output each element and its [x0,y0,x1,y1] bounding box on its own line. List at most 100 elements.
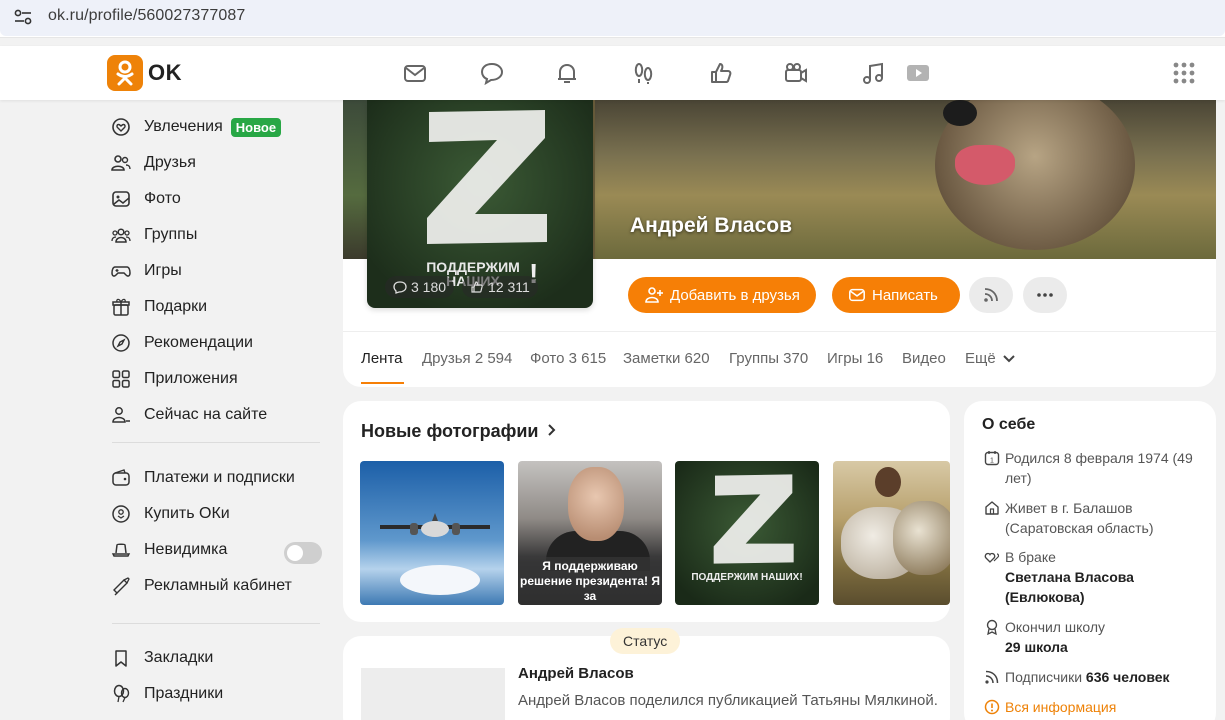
write-message-button[interactable]: Написать [832,277,960,313]
sidebar-item-label: Сейчас на сайте [144,406,268,423]
megaphone-icon [110,575,132,597]
sidebar-item-apps[interactable]: Приложения [110,364,238,394]
face-shape [568,467,624,541]
coin-icon [110,503,132,525]
profile-avatar[interactable]: ПОДДЕРЖИМ НАШИХ ! 3 180 12 311 [367,100,593,308]
video-camera-icon[interactable] [783,60,809,86]
ok-logo-icon[interactable] [107,55,143,91]
calendar-icon: 1 [982,448,1002,468]
about-subscribers-text[interactable]: Подписчики 636 человек [1005,667,1170,687]
new-photos-title[interactable]: Новые фотографии [361,421,557,442]
photo-thumbnail-president[interactable]: Я поддерживаю решение президента! Я за [518,461,662,605]
add-friend-button[interactable]: Добавить в друзья [628,277,816,313]
comments-count[interactable]: 3 180 [385,276,455,298]
likes-count[interactable]: 12 311 [462,276,538,298]
about-marriage: В браке Светлана Власова (Евлюкова) [982,547,1212,607]
url-field[interactable]: ok.ru/profile/560027377087 [0,0,1225,36]
sidebar-item-bookmarks[interactable]: Закладки [110,643,213,673]
about-birthday: 1 Родился 8 февраля 1974 (49 лет) [982,448,1212,488]
sidebar-item-label: Рекомендации [144,334,253,351]
new-photos-title-text: Новые фотографии [361,421,539,441]
tab-games[interactable]: Игры 16 [827,350,883,367]
sidebar-item-label: Игры [144,262,182,279]
about-all-info[interactable]: Вся информация [982,697,1212,717]
site-header: OK [0,46,1225,100]
new-photos-card: Новые фотографии Я поддерживаю решение п… [343,401,950,622]
like-icon[interactable] [708,60,734,86]
sidebar-item-label: Невидимка [144,541,228,558]
tab-notes[interactable]: Заметки 620 [623,350,710,367]
tab-count: 370 [783,350,809,367]
chat-icon[interactable] [479,60,505,86]
games-icon [110,260,132,282]
sidebar-item-gifts[interactable]: Подарки [110,292,207,322]
like-icon [471,281,483,293]
feed-post-thumbnail[interactable] [361,668,505,720]
sidebar-item-buy-oki[interactable]: Купить ОКи [110,499,230,529]
medal-icon [982,617,1002,637]
comment-icon [393,281,407,294]
sidebar-item-holidays[interactable]: Праздники [110,679,223,709]
sidebar-item-friends[interactable]: Друзья [110,148,196,178]
sidebar-item-label: Друзья [144,154,196,171]
music-icon[interactable] [860,60,886,86]
sidebar-item-ad-cabinet[interactable]: Рекламный кабинет [110,571,292,601]
invisible-toggle[interactable] [284,542,322,564]
school-name[interactable]: 29 школа [1005,639,1068,655]
tab-count: 2 594 [474,350,513,367]
comments-count-value: 3 180 [411,279,447,295]
feed-post-text: Андрей Власов поделился публикацией Тать… [518,692,938,709]
photo-caption: Я поддерживаю решение президента! Я за [518,557,662,605]
spouse-name[interactable]: Светлана Власова (Евлюкова) [1005,569,1134,605]
mail-icon [849,288,865,302]
invisible-hat-icon [110,539,132,561]
sidebar-item-label: Праздники [144,685,224,702]
tab-count: 620 [684,350,710,367]
sidebar-item-invisible[interactable]: Невидимка [110,535,227,565]
photo-thumbnail-z[interactable]: ПОДДЕРЖИМ НАШИХ! [675,461,819,605]
sidebar-item-label: Увлечения [144,118,223,135]
photo-thumbnail-dogs[interactable] [833,461,950,605]
sidebar-item-photos[interactable]: Фото [110,184,181,214]
sidebar-item-groups[interactable]: Группы [110,220,197,250]
likes-count-value: 12 311 [488,279,530,295]
hobby-icon [110,116,132,138]
photo-thumbnail-plane[interactable] [360,461,504,605]
logo-text[interactable]: OK [148,60,182,86]
sidebar-item-label: Закладки [144,649,214,666]
bell-icon[interactable] [554,60,580,86]
apps-icon [110,368,132,390]
subscribers-count: 636 человек [1085,669,1170,685]
apps-grid-icon[interactable] [1172,61,1196,85]
sidebar-item-label: Приложения [144,370,238,387]
video-play-icon[interactable] [905,60,931,86]
hearts-icon [982,547,1002,567]
tab-video[interactable]: Видео [902,350,946,367]
sidebar-item-games[interactable]: Игры [110,256,182,286]
gift-icon [110,296,132,318]
sidebar-item-hobbies[interactable]: Увлечения Новое [110,112,282,142]
tab-groups[interactable]: Группы 370 [729,350,808,367]
feed-post-author[interactable]: Андрей Власов [518,665,634,682]
more-options-button[interactable] [1023,277,1067,313]
sidebar-divider [112,442,320,443]
tab-label: Заметки [623,350,681,367]
url-text[interactable]: ok.ru/profile/560027377087 [48,7,245,25]
tab-more[interactable]: Ещё [965,350,1015,367]
left-sidebar: Увлечения Новое Друзья Фото Группы Игры … [100,100,340,720]
all-info-link[interactable]: Вся информация [1005,697,1116,717]
airplane-image [380,513,490,537]
sidebar-item-online-now[interactable]: Сейчас на сайте [110,400,267,430]
about-lives-text: Живет в г. Балашов (Саратовская область) [1005,500,1154,536]
footprints-icon[interactable] [631,60,657,86]
photo-icon [110,188,132,210]
tab-feed[interactable]: Лента [361,350,403,367]
sidebar-item-payments[interactable]: Платежи и подписки [110,463,295,493]
site-settings-icon[interactable] [14,9,32,25]
mail-icon[interactable] [402,60,428,86]
tab-friends[interactable]: Друзья 2 594 [422,350,512,367]
tab-photos[interactable]: Фото 3 615 [530,350,606,367]
sidebar-item-recommendations[interactable]: Рекомендации [110,328,253,358]
subscribe-button[interactable] [969,277,1013,313]
child-shape [875,467,901,497]
